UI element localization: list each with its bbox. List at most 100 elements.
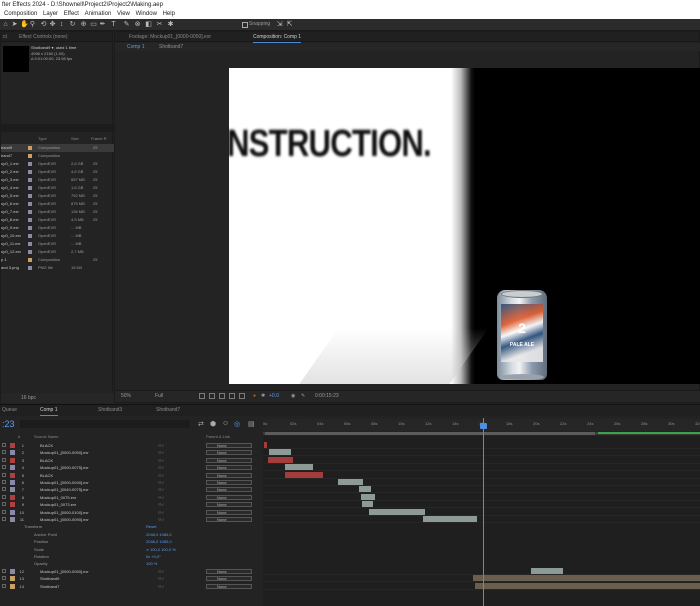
layer-switches[interactable]: ⚇ ⁄: [158, 479, 163, 486]
menu-view[interactable]: View: [117, 10, 130, 19]
layer-search-input[interactable]: [20, 420, 190, 428]
label-swatch[interactable]: [28, 242, 32, 246]
brush-tool-icon[interactable]: ✎: [123, 21, 130, 28]
layer-row[interactable]: 13 Shotband9 ⚇ ⁄ None: [0, 575, 262, 582]
layer-switches[interactable]: ⚇ ⁄: [158, 457, 163, 464]
layer-label-swatch[interactable]: [10, 517, 15, 522]
comp-canvas[interactable]: NSTRUCTION. 2 PALE ALE: [229, 68, 700, 384]
tab-composition[interactable]: Composition: Comp 1: [253, 34, 302, 43]
tab-project[interactable]: ct: [3, 34, 7, 40]
playhead-handle[interactable]: [480, 423, 487, 429]
tab-shotband3[interactable]: Shotband3: [98, 407, 122, 413]
layer-label-swatch[interactable]: [10, 472, 15, 478]
parent-dropdown[interactable]: [206, 517, 252, 522]
transparency-grid-icon[interactable]: [209, 393, 215, 399]
layer-duration-bar[interactable]: [285, 464, 313, 471]
channel-icon[interactable]: [239, 393, 245, 399]
property-value[interactable]: 100 %: [146, 560, 157, 567]
puppet-tool-icon[interactable]: ✱: [167, 21, 174, 28]
layer-row[interactable]: 7 Mockup01_[0040-0075].exr ⚇ ⁄ None: [0, 486, 262, 493]
tab-shotband7[interactable]: Shotband7: [156, 407, 180, 413]
visibility-toggle[interactable]: [2, 568, 6, 573]
label-swatch[interactable]: [28, 178, 32, 182]
label-swatch[interactable]: [28, 258, 32, 262]
parent-dropdown[interactable]: [206, 487, 252, 493]
project-item-row[interactable]: up0_11.exr OpenEXR ... MB: [1, 240, 114, 248]
resolution-dropdown[interactable]: Full: [155, 393, 163, 399]
layer-label-swatch[interactable]: [10, 576, 15, 582]
hand-tool-icon[interactable]: ✋: [20, 21, 29, 28]
layer-switches[interactable]: ⚇ ⁄: [158, 449, 163, 456]
eraser-tool-icon[interactable]: ◧: [145, 21, 152, 28]
parent-dropdown[interactable]: [206, 443, 252, 448]
pen-tool-icon[interactable]: ✒: [99, 21, 106, 28]
layer-duration-bar[interactable]: [475, 582, 700, 589]
menu-window[interactable]: Window: [136, 10, 157, 19]
project-item-row[interactable]: up0_6.exr OpenEXR 875 MB 25: [1, 200, 114, 208]
visibility-toggle[interactable]: [2, 443, 6, 447]
parent-dropdown[interactable]: [206, 509, 252, 515]
shy-layers-icon[interactable]: ☺: [222, 420, 229, 427]
mask-visibility-icon[interactable]: [219, 393, 225, 399]
type-tool-icon[interactable]: T: [110, 21, 117, 28]
layer-row[interactable]: 1 BLACK ⚇ ⁄ None: [0, 442, 262, 449]
layer-label-swatch[interactable]: [10, 457, 15, 463]
layer-row[interactable]: 2 Mockup01_[0000-0050].exr ⚇ ⁄ None: [0, 449, 262, 456]
selection-tool-icon[interactable]: ➤: [11, 21, 18, 28]
parent-dropdown[interactable]: [206, 450, 252, 456]
col-parent-link[interactable]: Parent & Link: [206, 434, 230, 439]
exposure-value[interactable]: +0.0: [269, 393, 279, 399]
color-management-icon[interactable]: ●: [253, 393, 256, 399]
visibility-toggle[interactable]: [2, 472, 6, 477]
parent-dropdown[interactable]: [206, 568, 252, 574]
layer-switches[interactable]: ⚇ ⁄: [158, 464, 163, 471]
layer-row[interactable]: 12 Mockup01_[0000-0050].exr ⚇ ⁄ None: [0, 568, 262, 575]
zoom-tool-icon[interactable]: ⚲: [29, 21, 36, 28]
menu-help[interactable]: Help: [163, 10, 175, 19]
project-item-row[interactable]: up0_4.exr OpenEXR 1,6 GB 25: [1, 184, 114, 192]
visibility-toggle[interactable]: [2, 487, 6, 492]
layer-row[interactable]: 3 BLACK ⚇ ⁄ None: [0, 457, 262, 464]
parent-dropdown[interactable]: [206, 576, 252, 582]
menu-composition[interactable]: Composition: [4, 10, 37, 19]
breadcrumb-shotband7[interactable]: Shotband7: [159, 44, 183, 50]
property-value[interactable]: 2048,0 1080,0: [146, 538, 172, 545]
visibility-toggle[interactable]: [2, 465, 6, 470]
label-swatch[interactable]: [28, 250, 32, 254]
layer-row[interactable]: 11 Mockup01_[0000-0090].exr ⚇ ⁄ None: [0, 516, 262, 523]
current-time-display[interactable]: :23: [2, 419, 15, 429]
col-source-name[interactable]: Source Name: [34, 434, 58, 439]
parent-dropdown[interactable]: [206, 494, 252, 500]
region-of-interest-icon[interactable]: [229, 393, 235, 399]
visibility-toggle[interactable]: [2, 517, 6, 521]
viewer-timecode[interactable]: 0:00:15:23: [315, 393, 339, 399]
visibility-toggle[interactable]: [2, 583, 6, 588]
layer-duration-bar[interactable]: [423, 516, 477, 522]
layer-label-swatch[interactable]: [10, 583, 15, 589]
label-swatch[interactable]: [28, 170, 32, 174]
layer-label-swatch[interactable]: [10, 568, 15, 574]
layer-label-swatch[interactable]: [10, 487, 15, 493]
menu-effect[interactable]: Effect: [64, 10, 79, 19]
project-item-row[interactable]: up0_9.exr OpenEXR ... MB: [1, 224, 114, 232]
layer-label-swatch[interactable]: [10, 450, 15, 456]
layer-switches[interactable]: ⚇ ⁄: [158, 472, 163, 479]
clone-tool-icon[interactable]: ⊗: [134, 21, 141, 28]
bit-depth-label[interactable]: 16 bpc: [21, 395, 36, 401]
layer-duration-bar[interactable]: [359, 486, 371, 493]
layer-switches[interactable]: ⚇ ⁄: [158, 486, 163, 493]
visibility-toggle[interactable]: [2, 480, 6, 484]
exposure-icon[interactable]: ✱: [261, 393, 265, 399]
graph-editor-icon[interactable]: ▤: [248, 420, 255, 428]
pan-tool-icon[interactable]: ✥: [49, 21, 56, 28]
col-frame-rate[interactable]: Frame R: [91, 136, 107, 141]
layer-duration-bar[interactable]: [473, 575, 700, 582]
home-icon[interactable]: ⌂: [2, 21, 9, 28]
snap-options-icon[interactable]: ⇲: [276, 21, 283, 28]
snap-grid-icon[interactable]: ⇱: [286, 21, 293, 28]
layer-switches[interactable]: ⚇ ⁄: [158, 494, 163, 501]
menu-layer[interactable]: Layer: [43, 10, 58, 19]
snapshot-icon[interactable]: ◉: [291, 393, 295, 399]
parent-dropdown[interactable]: [206, 472, 252, 478]
project-item-row[interactable]: band7 Composition: [1, 152, 114, 160]
